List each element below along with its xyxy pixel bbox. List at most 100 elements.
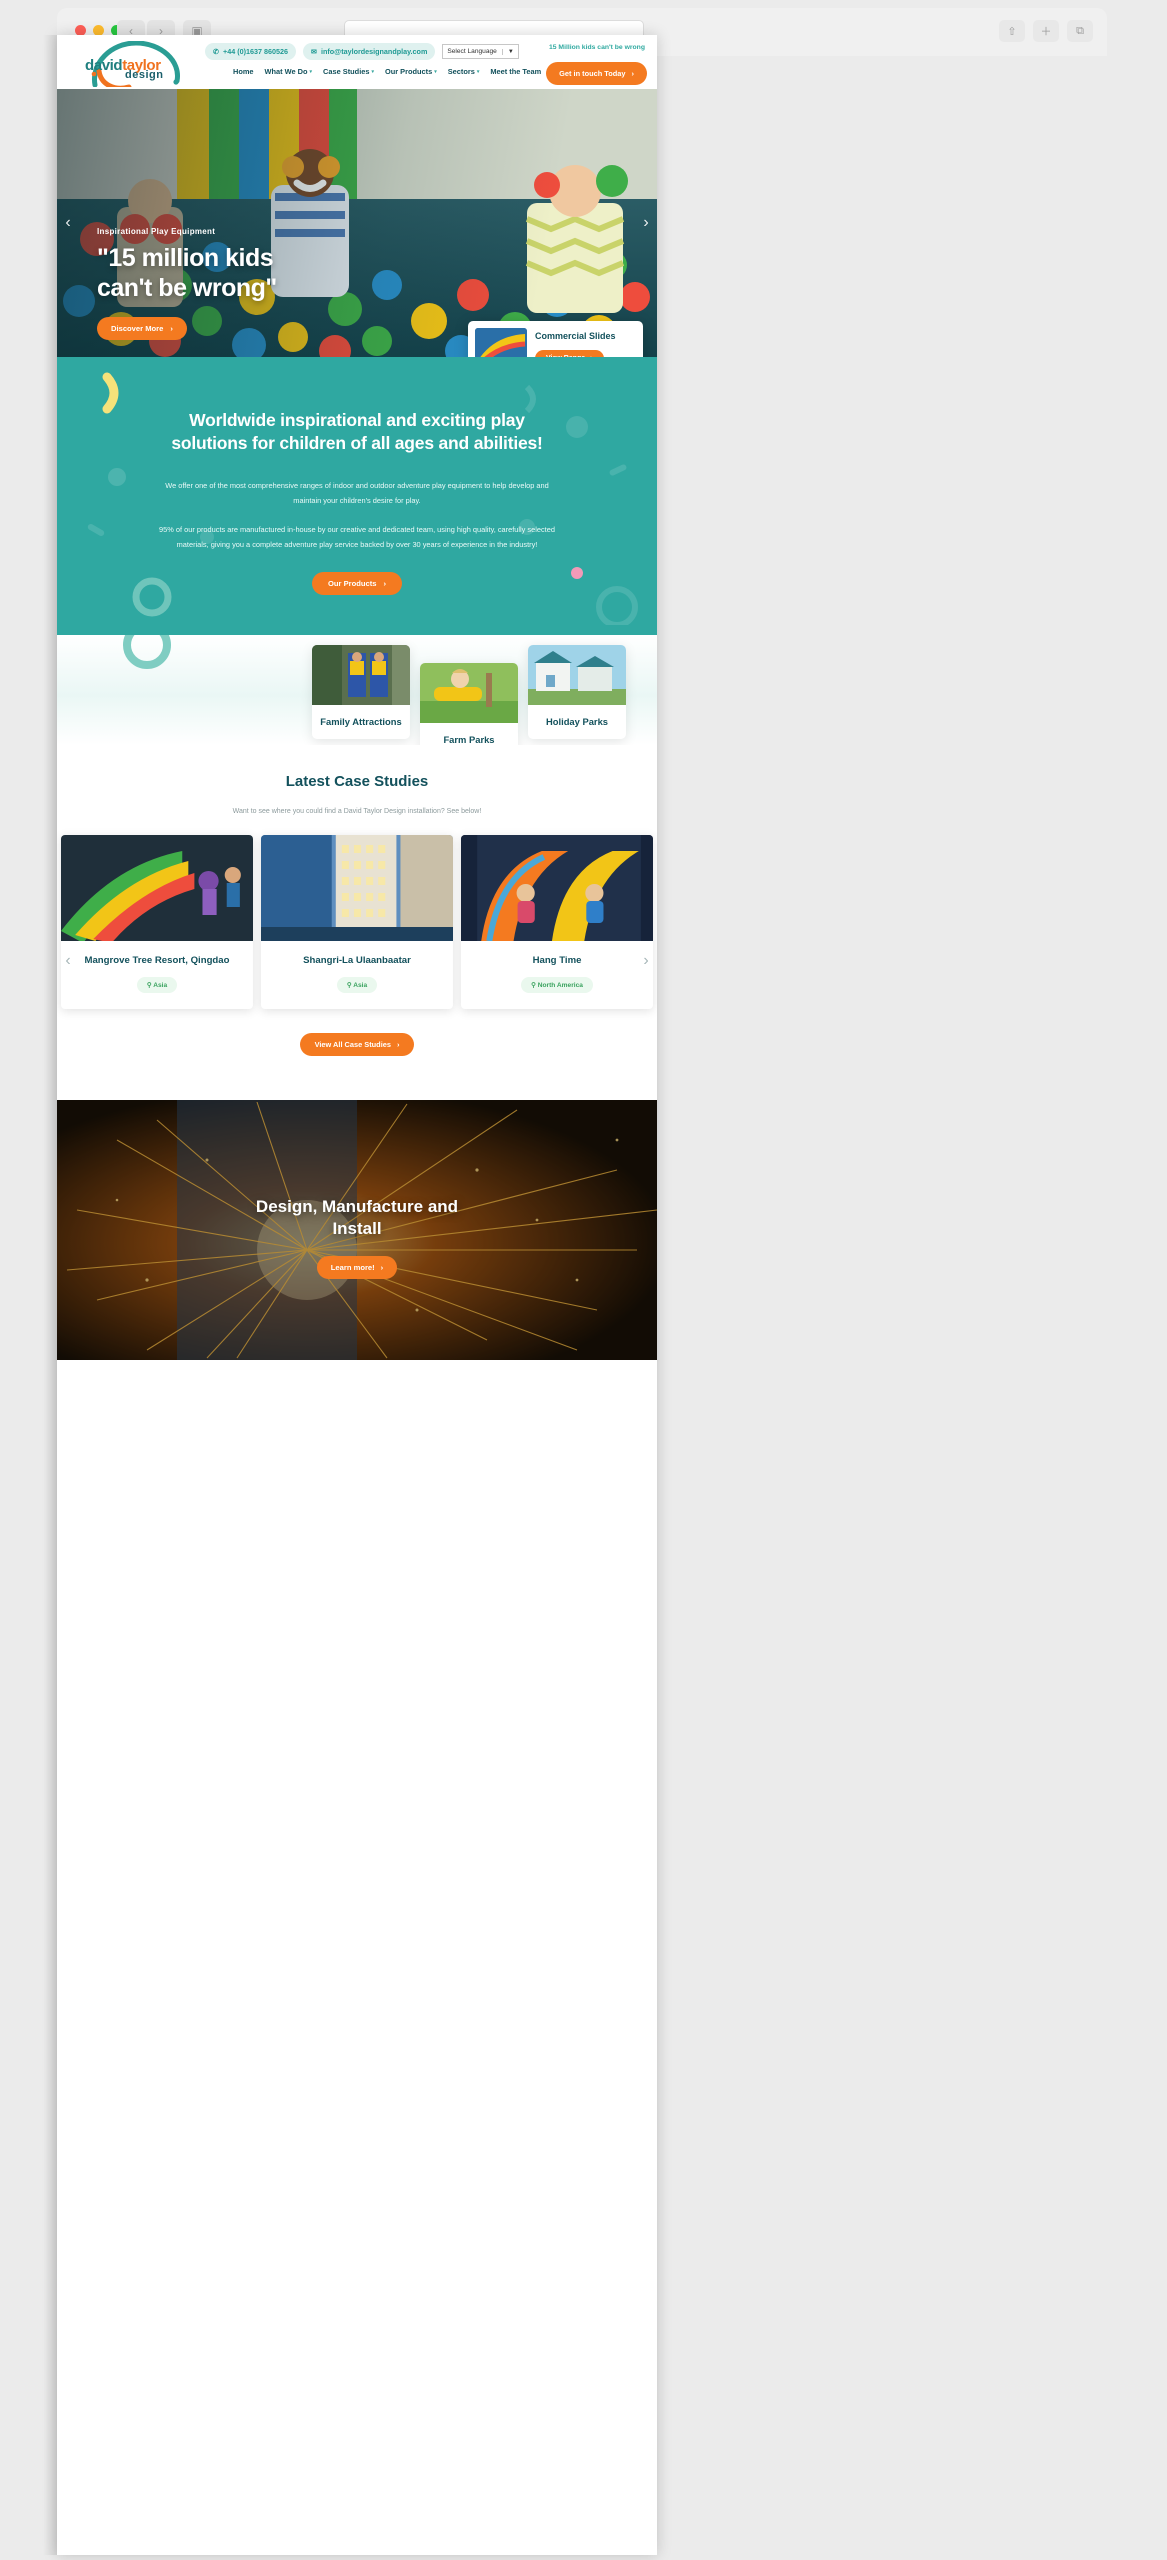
hero-headline: "15 million kids can't be wrong" bbox=[97, 244, 277, 303]
envelope-icon: ✉ bbox=[310, 47, 318, 56]
promo-body: Commercial Slides View Range › bbox=[535, 331, 616, 357]
case-studies-prev-button[interactable]: ‹ bbox=[59, 952, 77, 970]
case-studies-heading: Latest Case Studies bbox=[285, 773, 429, 791]
chevron-down-icon: ▼ bbox=[501, 48, 514, 55]
intro-section: Worldwide inspirational and exciting pla… bbox=[57, 357, 657, 636]
chevron-down-icon: ▾ bbox=[309, 68, 313, 75]
hero-eyebrow: Inspirational Play Equipment bbox=[97, 227, 216, 236]
case-study-badge: ⚲ North America bbox=[521, 977, 593, 994]
case-study-badge-label: North America bbox=[537, 982, 583, 990]
promo-thumbnail bbox=[475, 328, 527, 357]
case-studies-button-wrap: View All Case Studies › bbox=[57, 1033, 657, 1057]
sector-image bbox=[312, 645, 410, 706]
hero-headline-line1: "15 million kids bbox=[97, 244, 274, 272]
email-link[interactable]: ✉ info@taylordesignandplay.com bbox=[302, 43, 436, 60]
case-study-image bbox=[261, 835, 453, 942]
nav-label: What We Do bbox=[264, 67, 308, 76]
plus-icon[interactable]: ＋ bbox=[1033, 20, 1059, 42]
hero-next-button[interactable]: › bbox=[637, 214, 655, 232]
case-study-badge: ⚲ Asia bbox=[136, 977, 178, 994]
case-study-badge-label: Asia bbox=[353, 982, 368, 990]
hero-prev-button[interactable]: ‹ bbox=[59, 214, 77, 232]
nav-label: Case Studies bbox=[323, 67, 370, 76]
sector-card-holiday-parks[interactable]: Holiday Parks bbox=[528, 645, 626, 739]
case-study-card[interactable]: Mangrove Tree Resort, Qingdao ⚲ Asia bbox=[61, 835, 253, 1010]
nav-item-our-products[interactable]: Our Products ▾ bbox=[385, 67, 437, 76]
sector-label: Holiday Parks bbox=[545, 716, 608, 728]
website-viewport: davidtaylor design 15 Million kids can't… bbox=[57, 35, 657, 2555]
phone-icon: ✆ bbox=[213, 47, 220, 56]
hero-carousel: ‹ › Inspirational Play Equipment "15 mil… bbox=[57, 89, 657, 357]
chevron-right-icon: › bbox=[631, 69, 634, 78]
chevron-down-icon: ▾ bbox=[371, 68, 374, 75]
hero-content: Inspirational Play Equipment "15 million… bbox=[97, 227, 277, 340]
nav-label: Sectors bbox=[447, 67, 475, 76]
nav-item-case-studies[interactable]: Case Studies ▾ bbox=[323, 67, 374, 76]
case-study-badge: ⚲ Asia bbox=[336, 977, 378, 994]
banner-content: Design, Manufacture and Install Learn mo… bbox=[57, 1196, 657, 1280]
promo-button-label: View Range bbox=[546, 355, 585, 357]
sector-label: Farm Parks bbox=[443, 734, 495, 746]
case-studies-subheading: Want to see where you could find a David… bbox=[232, 808, 482, 816]
sector-label: Family Attractions bbox=[320, 716, 402, 728]
share-icon[interactable]: ⇧ bbox=[999, 20, 1025, 42]
intro-decorations bbox=[87, 372, 638, 625]
logo-david: david bbox=[85, 57, 123, 74]
chevron-right-icon: › bbox=[380, 1263, 384, 1273]
case-study-badge-label: Asia bbox=[153, 982, 168, 990]
screenshot-root: ‹ › ▣ ⇧ ＋ ⧉ davidtaylor design 15 Millio… bbox=[0, 0, 1167, 2560]
chevron-down-icon: ▾ bbox=[476, 68, 480, 75]
discover-more-button[interactable]: Discover More › bbox=[97, 317, 187, 340]
case-study-image bbox=[61, 835, 253, 944]
cta-label: Get in touch Today bbox=[559, 69, 626, 78]
case-study-title: Hang Time bbox=[532, 955, 582, 967]
nav-item-home[interactable]: Home bbox=[233, 67, 254, 76]
case-study-card[interactable]: Hang Time ⚲ North America bbox=[461, 835, 653, 1010]
banner-button-label: Learn more! bbox=[330, 1263, 375, 1273]
tabs-icon[interactable]: ⧉ bbox=[1067, 20, 1093, 42]
nav-item-sectors[interactable]: Sectors ▾ bbox=[448, 67, 480, 76]
nav-item-what-we-do[interactable]: What We Do ▾ bbox=[265, 67, 313, 76]
banner-heading-line1: Design, Manufacture and bbox=[255, 1197, 459, 1217]
case-studies-section: Latest Case Studies Want to see where yo… bbox=[57, 745, 657, 1101]
chevron-right-icon: › bbox=[396, 1040, 400, 1050]
email-address: info@taylordesignandplay.com bbox=[321, 47, 428, 56]
language-label: Select Language bbox=[447, 48, 497, 55]
sector-cards: Family Attractions Farm Parks Holiday Pa… bbox=[312, 645, 642, 746]
promo-card[interactable]: Commercial Slides View Range › bbox=[468, 321, 643, 357]
chevron-right-icon: › bbox=[590, 355, 592, 357]
logo-design: design bbox=[125, 69, 164, 81]
chevron-right-icon: › bbox=[170, 324, 173, 333]
sector-image bbox=[420, 663, 518, 724]
nav-label: Home bbox=[233, 67, 254, 76]
sector-card-farm-parks[interactable]: Farm Parks bbox=[420, 663, 518, 746]
nav-label: Meet the Team bbox=[490, 67, 542, 76]
case-study-title: Mangrove Tree Resort, Qingdao bbox=[84, 955, 230, 967]
hero-button-label: Discover More bbox=[111, 324, 164, 333]
design-manufacture-banner: Design, Manufacture and Install Learn mo… bbox=[57, 1100, 657, 1361]
learn-more-button[interactable]: Learn more! › bbox=[316, 1256, 398, 1280]
nav-item-meet-the-team[interactable]: Meet the Team bbox=[490, 67, 541, 76]
promo-title: Commercial Slides bbox=[535, 331, 616, 341]
phone-link[interactable]: ✆ +44 (0)1637 860526 bbox=[205, 43, 296, 60]
view-range-button[interactable]: View Range › bbox=[535, 350, 604, 357]
header-tagline: 15 Million kids can't be wrong bbox=[548, 44, 645, 51]
sector-image bbox=[528, 645, 626, 706]
sector-card-family-attractions[interactable]: Family Attractions bbox=[312, 645, 410, 739]
banner-heading-line2: Install bbox=[332, 1219, 382, 1239]
get-in-touch-button[interactable]: Get in touch Today › bbox=[546, 62, 647, 85]
banner-heading: Design, Manufacture and Install bbox=[57, 1196, 657, 1240]
view-all-case-studies-button[interactable]: View All Case Studies › bbox=[299, 1033, 415, 1057]
site-header: davidtaylor design 15 Million kids can't… bbox=[57, 35, 657, 89]
case-study-title: Shangri-La Ulaanbaatar bbox=[303, 955, 411, 967]
case-study-card[interactable]: Shangri-La Ulaanbaatar ⚲ Asia bbox=[261, 835, 453, 1010]
phone-number: +44 (0)1637 860526 bbox=[223, 47, 288, 56]
contact-bar: ✆ +44 (0)1637 860526 ✉ info@taylordesign… bbox=[205, 43, 519, 60]
case-studies-carousel: Mangrove Tree Resort, Qingdao ⚲ Asia Sha… bbox=[57, 835, 657, 1010]
sectors-section: Explore our Sectors David Taylor Design … bbox=[57, 635, 657, 746]
hero-headline-line2: can't be wrong" bbox=[97, 273, 277, 302]
logo[interactable]: davidtaylor design bbox=[81, 41, 191, 87]
language-selector[interactable]: Select Language ▼ bbox=[442, 44, 519, 59]
case-study-image bbox=[461, 835, 653, 942]
case-studies-next-button[interactable]: › bbox=[637, 952, 655, 970]
